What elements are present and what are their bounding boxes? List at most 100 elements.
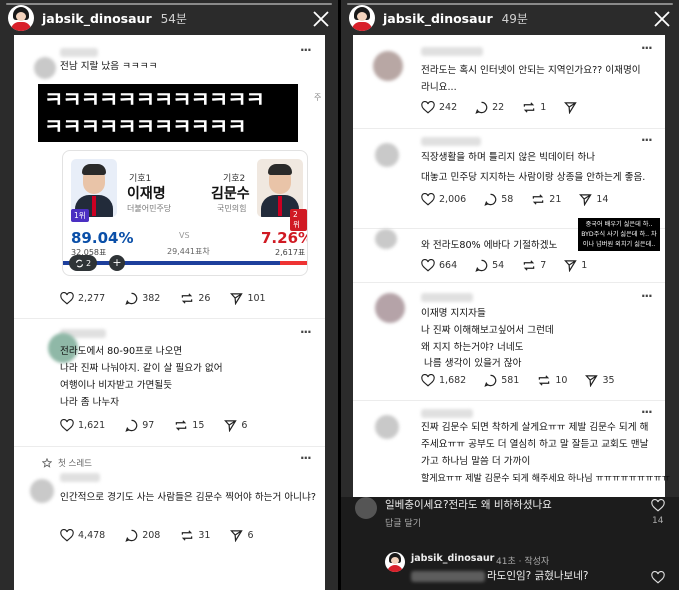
commenter-avatar[interactable] <box>355 497 377 519</box>
candidate2-party: 국민의힘 <box>217 204 247 213</box>
post-line-1: 직장생활을 하며 틀리지 않은 빅데이터 하나 <box>421 152 596 163</box>
like-count: 1,682 <box>439 375 467 386</box>
story-time: 49분 <box>501 11 528 26</box>
thread-label-text: 첫 스레드 <box>58 459 92 469</box>
repost-button[interactable]: 10 <box>537 374 567 387</box>
more-options-icon[interactable]: ··· <box>641 133 653 147</box>
repost-button[interactable]: 31 <box>180 529 210 542</box>
share-button[interactable]: 6 <box>224 419 247 432</box>
comment-button[interactable]: 581 <box>484 374 519 387</box>
story-username[interactable]: jabsik_dinosaur <box>42 11 152 26</box>
repost-icon <box>523 260 535 271</box>
add-icon[interactable]: + <box>109 255 125 271</box>
more-options-icon[interactable]: ··· <box>641 41 653 55</box>
story-avatar[interactable] <box>8 5 34 31</box>
send-icon <box>230 293 244 305</box>
like-button[interactable]: 2,277 <box>60 292 105 305</box>
thread-post-r4[interactable]: ··· 이재명 지지자들 나 진짜 이해해보고싶어서 그런데 왜 지지 하는거야… <box>353 282 665 400</box>
share-button[interactable]: 6 <box>230 529 253 542</box>
candidate2-rank: 2위 <box>290 209 307 231</box>
like-count: 1,621 <box>78 420 106 431</box>
post-line-4: 나라 좀 나누자 <box>60 397 120 408</box>
more-options-icon[interactable]: ··· <box>300 43 312 57</box>
close-icon[interactable] <box>653 8 671 28</box>
like-button[interactable]: 242 <box>421 101 457 114</box>
blurred-avatar <box>375 229 397 249</box>
comment-overlay: 일베충이세요?전라도 왜 비하하셨나요 답글 달기 14 jabsik_dino… <box>341 497 679 590</box>
repost-button[interactable]: 26 <box>180 292 210 305</box>
laugh-line-2: ㅋㅋㅋㅋㅋㅋㅋㅋㅋㅋㅋ <box>44 115 247 139</box>
like-count: 2,006 <box>439 194 467 205</box>
story-username[interactable]: jabsik_dinosaur <box>383 11 493 26</box>
blurred-avatar <box>34 57 56 79</box>
star-icon <box>42 457 52 468</box>
post-actions: 4,478 208 31 6 <box>60 529 253 542</box>
like-button[interactable]: 1,621 <box>60 419 105 432</box>
reply-meta: 41초 · 작성자 <box>496 557 550 567</box>
thread-post-r1[interactable]: ··· 전라도는 혹시 인터넷이 안되는 지역인가요?? 이재명이라니요... … <box>353 35 665 128</box>
comment-count: 581 <box>501 375 520 386</box>
story-avatar[interactable] <box>349 5 375 31</box>
repost-count: 15 <box>192 420 205 431</box>
heart-icon[interactable] <box>651 567 665 586</box>
comment-button[interactable]: 54 <box>475 259 504 272</box>
repost-button[interactable]: 21 <box>531 193 561 206</box>
share-button[interactable]: 101 <box>230 292 266 305</box>
share-button[interactable]: 14 <box>579 193 608 206</box>
more-options-icon[interactable]: ··· <box>300 451 312 465</box>
repost-icon <box>182 293 193 304</box>
blurred-mention <box>411 571 485 582</box>
candidate2-votes: 2,617표 <box>275 248 306 257</box>
text-sticker: 중국어 배우기 싫은데 하.. BYD주식 사기 싫은데 하.. 차이나 넘버원… <box>578 218 660 251</box>
post-actions: 242 22 1 <box>421 101 581 114</box>
post-text: 전라도는 혹시 인터넷이 안되는 지역인가요?? 이재명이라니요... <box>421 65 641 93</box>
like-button[interactable]: 1,682 <box>421 374 466 387</box>
laugh-line-1: ㅋㅋㅋㅋㅋㅋㅋㅋㅋㅋㅋㅋ <box>44 88 265 112</box>
first-thread-label: 첫 스레드 <box>42 457 92 469</box>
more-options-icon[interactable]: ··· <box>641 405 653 419</box>
repost-button[interactable]: 15 <box>174 419 204 432</box>
comment-like-count: 14 <box>652 516 664 526</box>
repost-button[interactable]: 7 <box>522 259 546 272</box>
comment-button[interactable]: 208 <box>125 529 160 542</box>
post-line-4: 나름 생각이 있을거 잖아 <box>421 358 522 369</box>
comment-count: 58 <box>501 194 514 205</box>
share-button[interactable]: 1 <box>564 259 587 272</box>
vote-gap: 29,441표차 <box>167 247 210 256</box>
thread-post-r5[interactable]: ··· 진짜 김문수 되면 착하게 살게요ㅠㅠ 제발 김문수 되게 해주세요ㅠㅠ… <box>353 400 670 497</box>
reply-button[interactable]: 답글 달기 <box>385 516 421 529</box>
repost-count: 26 <box>198 293 211 304</box>
like-button[interactable]: 4,478 <box>60 529 105 542</box>
reply-text: 라도인임? 긁혔나보네? <box>487 570 589 582</box>
comment-button[interactable]: 22 <box>475 101 504 114</box>
like-button[interactable]: 2,006 <box>421 193 466 206</box>
comment-button[interactable]: 97 <box>125 419 154 432</box>
candidate1-party: 더불어민주당 <box>127 204 172 213</box>
repost-button[interactable]: 1 <box>522 101 546 114</box>
share-count: 1 <box>581 260 588 271</box>
blurred-avatar <box>373 51 403 81</box>
share-button[interactable] <box>564 101 581 114</box>
comment-icon <box>484 374 497 387</box>
reply-username[interactable]: jabsik_dinosaur <box>411 553 494 564</box>
like-button[interactable]: 664 <box>421 259 457 272</box>
post-text: 와 전라도80% 에바다 기절하겠노 <box>421 240 558 251</box>
author-avatar[interactable] <box>385 552 405 572</box>
comment-button[interactable]: 382 <box>125 292 160 305</box>
candidate2-percent: 7.26% <box>261 229 308 247</box>
share-button[interactable]: 35 <box>585 374 615 387</box>
share-count: 14 <box>596 194 609 205</box>
repost-count: 1 <box>540 102 547 113</box>
more-options-icon[interactable]: ··· <box>641 289 653 303</box>
repost-count-pill[interactable]: 2 <box>69 255 97 271</box>
laugh-text-image: ㅋㅋㅋㅋㅋㅋㅋㅋㅋㅋㅋㅋ ㅋㅋㅋㅋㅋㅋㅋㅋㅋㅋㅋ <box>38 84 298 142</box>
post-text: 인간적으로 경기도 사는 사람들은 김문수 찍어야 하는거 아니냐? <box>60 492 316 503</box>
blurred-avatar <box>375 293 405 323</box>
close-icon[interactable] <box>312 8 330 28</box>
post-actions: 664 54 7 1 <box>421 259 587 272</box>
heart-icon[interactable] <box>651 495 665 514</box>
thread-post-r2[interactable]: ··· 직장생활을 하며 틀리지 않은 빅데이터 하나 대놓고 민주당 지지하는… <box>353 128 665 228</box>
more-options-icon[interactable]: ··· <box>300 325 312 339</box>
comment-button[interactable]: 58 <box>484 193 513 206</box>
comment-count: 54 <box>492 260 505 271</box>
